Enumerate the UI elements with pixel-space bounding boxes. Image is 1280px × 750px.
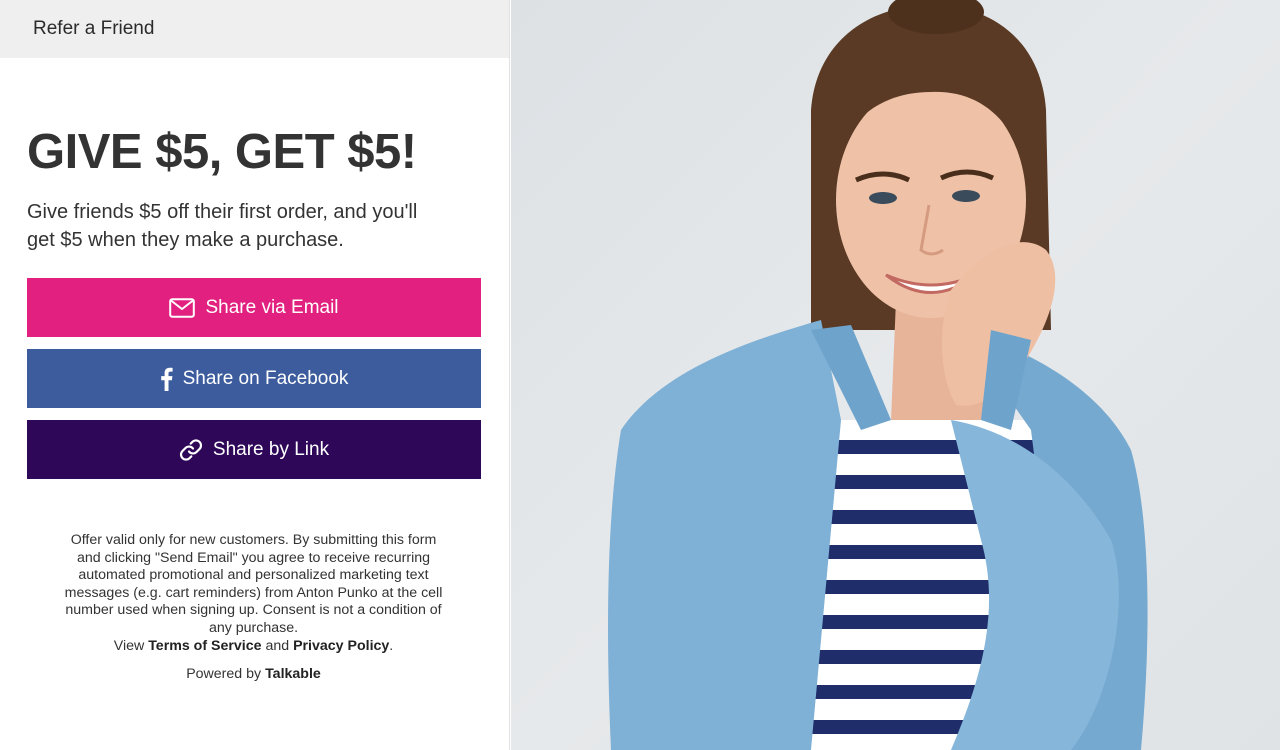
legal-view-prefix: View — [113, 637, 145, 654]
hero-photo — [511, 0, 1280, 750]
legal-period: . — [389, 637, 394, 654]
terms-of-service-link[interactable]: Terms of Service — [148, 638, 261, 654]
panel-title: Refer a Friend — [33, 18, 155, 39]
referral-page: Refer a Friend GIVE $5, GET $5! Give fri… — [0, 0, 1280, 750]
talkable-brand-link[interactable]: Talkable — [265, 666, 321, 682]
powered-by: Powered by Talkable — [27, 666, 480, 682]
share-email-button[interactable]: Share via Email — [27, 278, 481, 337]
offer-headline: GIVE $5, GET $5! — [27, 125, 417, 179]
legal-disclaimer: Offer valid only for new customers. By s… — [64, 532, 444, 655]
panel-content: GIVE $5, GET $5! Give friends $5 off the… — [0, 126, 509, 682]
share-facebook-button[interactable]: Share on Facebook — [27, 349, 481, 408]
referral-panel: Refer a Friend GIVE $5, GET $5! Give fri… — [0, 0, 510, 750]
offer-description: Give friends $5 off their first order, a… — [27, 201, 418, 251]
share-email-label: Share via Email — [205, 296, 339, 318]
link-icon — [179, 438, 203, 462]
privacy-policy-link[interactable]: Privacy Policy — [293, 638, 389, 654]
legal-and: and — [265, 637, 290, 654]
legal-text: Offer valid only for new customers. By s… — [64, 532, 443, 636]
envelope-icon — [169, 297, 196, 318]
share-facebook-label: Share on Facebook — [182, 367, 349, 389]
facebook-icon — [160, 367, 173, 391]
powered-prefix: Powered by — [186, 666, 262, 683]
share-link-label: Share by Link — [212, 438, 330, 460]
smiling-woman-illustration — [608, 0, 1148, 750]
share-link-button[interactable]: Share by Link — [27, 420, 481, 479]
panel-header: Refer a Friend — [0, 0, 509, 58]
